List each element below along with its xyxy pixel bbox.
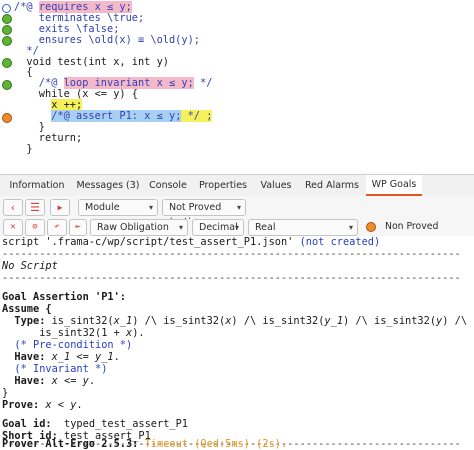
- green-status-marker-icon[interactable]: [2, 36, 12, 47]
- undo-icon: ↶: [54, 222, 60, 232]
- tab-console[interactable]: Console: [145, 175, 191, 196]
- code-line[interactable]: }: [14, 142, 33, 155]
- green-status-marker-icon[interactable]: [2, 58, 12, 68]
- list-goals-button[interactable]: ☰: [25, 199, 45, 216]
- play-button[interactable]: ▶: [50, 199, 70, 216]
- format-combo[interactable]: Decimal ▾: [192, 219, 244, 236]
- strategy-combo[interactable]: Raw Obligation ▾: [90, 219, 188, 236]
- tab-wp-goals[interactable]: WP Goals: [366, 175, 422, 196]
- wp-goals-toolbar: ‹ ☰ ▶ Module▾ Not Proved (yet)▾: [0, 196, 474, 228]
- property-status-icon: [366, 222, 376, 232]
- chevron-down-icon: ▾: [348, 223, 353, 232]
- separator: ----------------------------------------…: [2, 272, 461, 284]
- prover-result-line: Prover Alt-Ergo 2.5.3: Timeout (Qed:5ms)…: [2, 438, 288, 450]
- tab-messages-3[interactable]: Messages (3): [74, 175, 142, 196]
- code-token: */ ;: [181, 110, 213, 122]
- code-token: void test(int x, int y): [14, 55, 169, 68]
- back-button[interactable]: ⇤: [69, 219, 87, 236]
- green-status-marker-icon[interactable]: [2, 79, 12, 90]
- prove-button[interactable]: ‹: [3, 199, 23, 216]
- goal-output-pane[interactable]: script '.frama-c/wp/script/test_assert_P…: [0, 236, 474, 450]
- panel-tab-bar: Information Messages (3) Console Properties…: [0, 174, 474, 197]
- back-icon: ⇤: [75, 222, 81, 232]
- code-line[interactable]: ensures \old(x) ≡ \old(y);: [14, 33, 200, 46]
- stop-icon: ⊘: [32, 222, 38, 232]
- cross-icon: ✕: [10, 222, 16, 232]
- cancel-button[interactable]: ✕: [3, 219, 23, 236]
- separator: ----------------------------------------…: [2, 248, 461, 260]
- undo-button[interactable]: ↶: [47, 219, 67, 236]
- chevron-down-icon: ▾: [178, 223, 183, 232]
- chevron-down-icon: ▾: [236, 203, 241, 212]
- code-token: /*@ assert P1: x ≤ y;: [51, 110, 182, 122]
- play-icon: ▶: [57, 203, 63, 212]
- green-status-marker-icon[interactable]: [2, 25, 12, 36]
- status-combo[interactable]: Not Proved (yet)▾: [162, 199, 246, 228]
- stop-button[interactable]: ⊘: [25, 219, 45, 236]
- code-token: ensures \old(x) ≡ \old(y);: [14, 33, 200, 46]
- code-line[interactable]: void test(int x, int y): [14, 55, 169, 68]
- module-combo[interactable]: Module ▾: [78, 199, 158, 216]
- tab-properties[interactable]: Properties: [194, 175, 252, 196]
- orange-status-marker-icon[interactable]: [2, 112, 12, 123]
- tab-information[interactable]: Information: [2, 175, 72, 196]
- chevron-down-icon: ▾: [234, 223, 239, 232]
- arrow-left-icon: ‹: [9, 201, 17, 214]
- source-code-pane[interactable]: /*@ requires x ≤ y; terminates \true; ex…: [0, 0, 474, 174]
- model-combo[interactable]: Real ▾: [248, 219, 358, 236]
- chevron-down-icon: ▾: [148, 203, 153, 212]
- code-token: */: [193, 77, 213, 90]
- green-status-marker-icon[interactable]: [2, 14, 12, 25]
- tab-values[interactable]: Values: [255, 175, 297, 196]
- wp-goals-toolbar-2: ✕ ⊘ ↶ ⇤ Raw Obligation ▾ Decimal ▾ Real ▾ N…: [0, 219, 474, 246]
- list-icon: ☰: [30, 201, 40, 214]
- have-2: Have: x <= y.: [14, 375, 96, 387]
- code-token: }: [14, 142, 33, 155]
- prove-line: Prove: x < y.: [2, 399, 83, 411]
- tab-red-alarms[interactable]: Red Alarms: [301, 175, 363, 196]
- blue-status-marker-icon[interactable]: [2, 3, 11, 13]
